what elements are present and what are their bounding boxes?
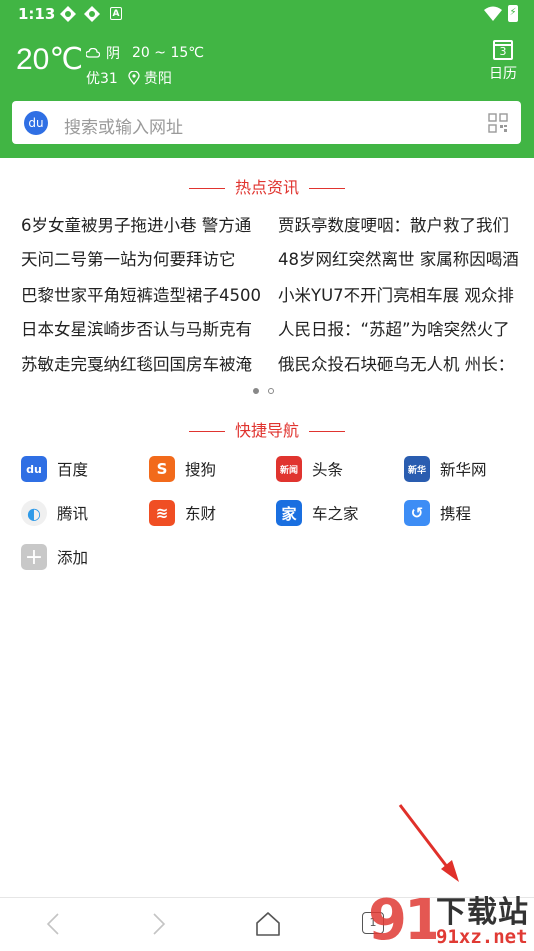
weather-condition: 阴 xyxy=(106,46,120,62)
news-item[interactable]: 日本女星滨崎步否认与马斯克有 xyxy=(21,316,267,340)
watermark-url: 91xz.net xyxy=(436,926,528,948)
qr-scan-icon[interactable] xyxy=(488,113,508,133)
watermark-91-logo: 9 1 xyxy=(368,888,436,950)
news-item[interactable]: 贾跃亭数度哽咽：散户救了我们 xyxy=(278,212,524,236)
air-quality: 优31 xyxy=(86,71,118,87)
hot-news-title: 热点资讯 xyxy=(0,174,534,198)
news-item[interactable]: 6岁女童被男子拖进小巷 警方通 xyxy=(21,212,267,236)
nav-label: 百度 xyxy=(57,461,89,479)
home-icon[interactable] xyxy=(254,910,282,938)
ctrip-icon: ↺ xyxy=(404,500,430,526)
nav-item-toutiao[interactable]: 新闻 头条 xyxy=(276,456,343,482)
nav-label: 腾讯 xyxy=(57,505,89,523)
nav-item-autohome[interactable]: 家 车之家 xyxy=(276,500,359,526)
page-dot-active xyxy=(253,388,259,394)
baidu-search-engine-icon[interactable]: du xyxy=(24,111,48,135)
news-item[interactable]: 48岁网红突然离世 家属称因喝酒 xyxy=(278,246,524,270)
page-dot xyxy=(268,388,274,394)
nav-item-dongcai[interactable]: ≋ 东财 xyxy=(149,500,216,526)
status-time: 1:13 xyxy=(18,5,56,23)
nav-label: 添加 xyxy=(57,549,89,567)
cloud-icon xyxy=(86,48,100,58)
location-name[interactable]: 贵阳 xyxy=(144,68,172,88)
battery-icon: ⚡ xyxy=(508,5,518,22)
nav-item-xinhua[interactable]: 新华 新华网 xyxy=(404,456,487,482)
add-icon: + xyxy=(21,544,47,570)
news-item[interactable]: 巴黎世家平角短裤造型裙子4500 xyxy=(21,282,267,306)
app-notification-icon xyxy=(60,6,76,22)
calendar-label: 日历 xyxy=(489,66,517,82)
dongcai-icon: ≋ xyxy=(149,500,175,526)
search-input[interactable]: 搜索或输入网址 xyxy=(64,113,183,138)
news-page-indicator xyxy=(253,388,274,394)
nav-label: 搜狗 xyxy=(185,461,217,479)
quick-nav-title: 快捷导航 xyxy=(0,417,534,441)
calendar-icon: 3 xyxy=(493,40,513,60)
air-location-row: 优31 贵阳 xyxy=(86,68,172,88)
status-bar: 1:13 A ⚡ xyxy=(0,0,534,28)
nav-label: 携程 xyxy=(440,505,472,523)
autohome-icon: 家 xyxy=(276,500,302,526)
watermark-logo: 9 1 下载站 91xz.net xyxy=(366,881,534,950)
svg-text:1: 1 xyxy=(404,888,436,950)
temperature-range: 20 ~ 15℃ xyxy=(132,45,204,61)
news-item[interactable]: 天问二号第一站为何要拜访它 xyxy=(21,246,267,270)
baidu-icon: du xyxy=(21,456,47,482)
toutiao-icon: 新闻 xyxy=(276,456,302,482)
app-notification-icon-2 xyxy=(84,6,100,22)
watermark-title: 下载站 xyxy=(436,895,529,930)
nav-item-baidu[interactable]: du 百度 xyxy=(21,456,88,482)
news-item[interactable]: 人民日报：“苏超”为啥突然火了 xyxy=(278,316,524,340)
nav-item-ctrip[interactable]: ↺ 携程 xyxy=(404,500,471,526)
a-badge-icon: A xyxy=(110,7,122,20)
nav-label: 头条 xyxy=(312,461,344,479)
forward-icon[interactable] xyxy=(146,912,170,936)
svg-text:9: 9 xyxy=(368,888,407,950)
nav-label: 东财 xyxy=(185,505,217,523)
nav-item-add[interactable]: + 添加 xyxy=(21,544,88,570)
nav-label: 新华网 xyxy=(440,461,487,479)
xinhua-icon: 新华 xyxy=(404,456,430,482)
wifi-icon xyxy=(484,6,502,21)
back-icon[interactable] xyxy=(42,912,66,936)
nav-label: 车之家 xyxy=(312,505,359,523)
temperature: 20℃ xyxy=(16,43,84,76)
location-pin-icon xyxy=(128,71,140,85)
calendar-button[interactable]: 3 日历 xyxy=(486,40,520,83)
search-bar[interactable]: du 搜索或输入网址 xyxy=(12,101,521,144)
nav-item-sogou[interactable]: S 搜狗 xyxy=(149,456,216,482)
news-item[interactable]: 小米YU7不开门亮相车展 观众排 xyxy=(278,282,524,306)
sogou-icon: S xyxy=(149,456,175,482)
news-item[interactable]: 苏敏走完戛纳红毯回国房车被淹 xyxy=(21,351,267,375)
weather-condition-row: 阴 20 ~ 15℃ xyxy=(86,43,204,63)
news-item[interactable]: 俄民众投石块砸乌无人机 州长： xyxy=(278,351,524,375)
nav-item-tencent[interactable]: ◐ 腾讯 xyxy=(21,500,88,526)
tencent-icon: ◐ xyxy=(21,500,47,526)
